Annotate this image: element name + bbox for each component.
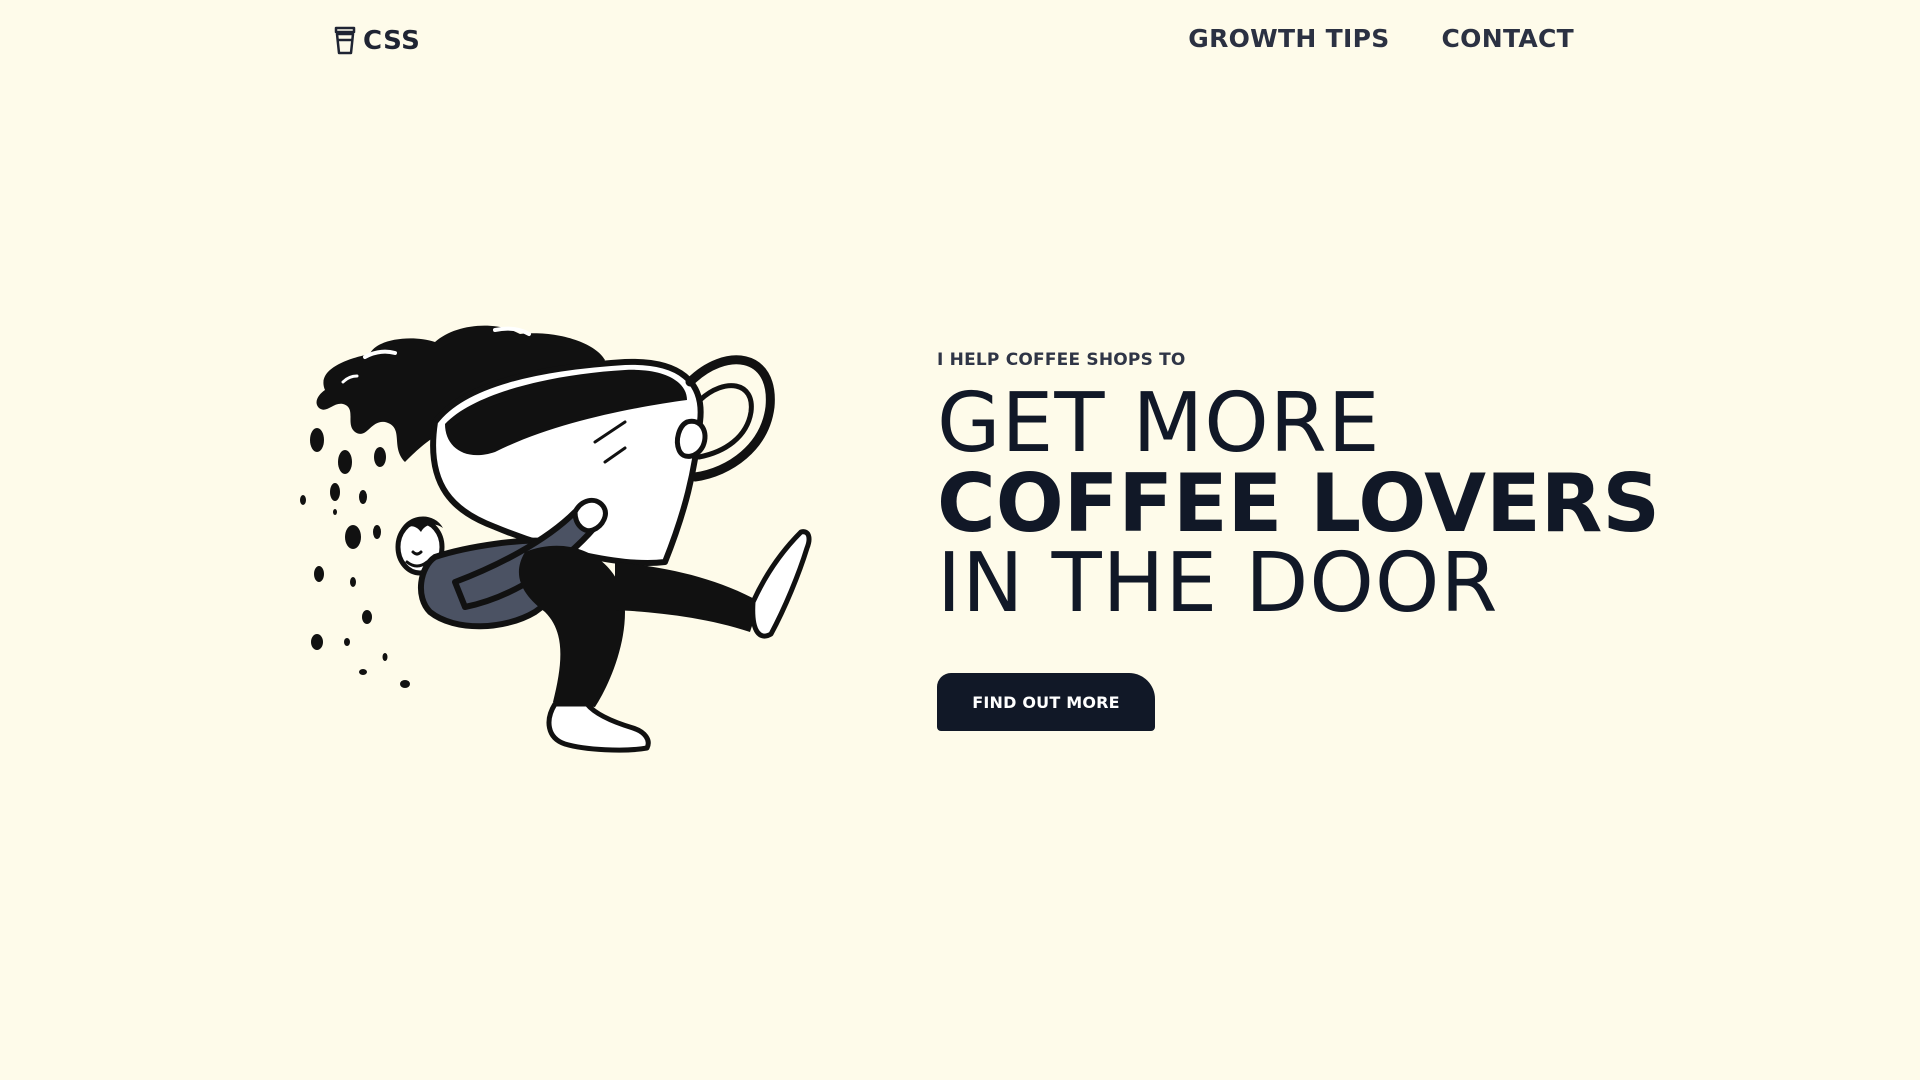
hero-copy: I HELP COFFEE SHOPS TO GET MORE COFFEE L…: [937, 350, 1717, 631]
logo-link[interactable]: CSS: [333, 26, 420, 56]
nav-link-contact[interactable]: CONTACT: [1442, 24, 1574, 53]
find-out-more-button[interactable]: FIND OUT MORE: [937, 673, 1155, 731]
headline-line-2: COFFEE LOVERS: [937, 457, 1660, 550]
hero-illustration: [295, 312, 875, 772]
hero-eyebrow: I HELP COFFEE SHOPS TO: [937, 350, 1186, 370]
nav-link-growth-tips[interactable]: GROWTH TIPS: [1188, 24, 1389, 53]
site-header: CSS GROWTH TIPS CONTACT: [0, 0, 1920, 90]
brand-name: CSS: [363, 26, 421, 56]
hero-headline: GET MORE COFFEE LOVERS IN THE DOOR: [937, 376, 1717, 631]
headline-line-1: GET MORE: [937, 376, 1381, 471]
landing-page: CSS GROWTH TIPS CONTACT I HELP COFFEE SH…: [0, 0, 1920, 1080]
coffee-cup-icon: [333, 26, 357, 56]
headline-line-3: IN THE DOOR: [937, 536, 1499, 631]
main-nav: GROWTH TIPS CONTACT: [1188, 24, 1574, 53]
